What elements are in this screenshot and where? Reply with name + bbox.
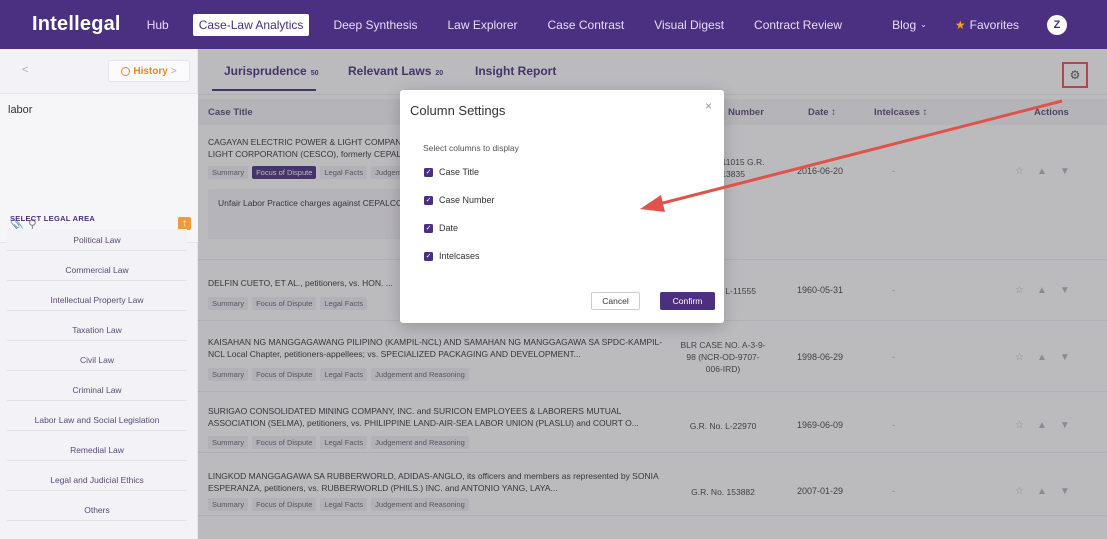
checkbox-case-number[interactable]: ✓ Case Number: [424, 195, 495, 205]
chevron-down-icon: ⌄: [920, 20, 927, 29]
area-legal-ethics[interactable]: Legal and Judicial Ethics: [7, 469, 187, 491]
blog-label: Blog: [892, 17, 917, 32]
checkbox-checked-icon: ✓: [424, 251, 433, 261]
area-others[interactable]: Others: [7, 499, 187, 521]
sidebar: < History > labor 📎 ⚲ ↑ SELECT LEGAL ARE…: [0, 49, 198, 539]
nav-case-law-analytics[interactable]: Case-Law Analytics: [192, 13, 310, 36]
nav-case-contrast[interactable]: Case Contrast: [542, 14, 631, 36]
legal-area-title: SELECT LEGAL AREA: [10, 214, 96, 223]
area-commercial-law[interactable]: Commercial Law: [7, 259, 187, 281]
checkbox-checked-icon: ✓: [424, 167, 433, 177]
favorites-link[interactable]: ★ Favorites: [955, 18, 1019, 32]
area-intellectual-property-law[interactable]: Intellectual Property Law: [7, 289, 187, 311]
nav-law-explorer[interactable]: Law Explorer: [441, 14, 523, 36]
checkbox-case-title[interactable]: ✓ Case Title: [424, 167, 479, 177]
area-remedial-law[interactable]: Remedial Law: [7, 439, 187, 461]
checkbox-label: Intelcases: [439, 251, 480, 261]
close-icon[interactable]: ×: [705, 99, 712, 113]
cancel-button[interactable]: Cancel: [591, 292, 640, 310]
checkbox-checked-icon: ✓: [424, 223, 433, 233]
favorites-label: Favorites: [969, 17, 1019, 32]
area-criminal-law[interactable]: Criminal Law: [7, 379, 187, 401]
avatar[interactable]: Z: [1047, 14, 1067, 35]
chevron-right-icon: >: [170, 65, 177, 77]
history-row: < History >: [0, 49, 198, 93]
top-nav: Intellegal Hub Case-Law Analytics Deep S…: [0, 0, 1107, 49]
nav-visual-digest[interactable]: Visual Digest: [648, 14, 730, 36]
history-button[interactable]: History >: [108, 60, 190, 82]
checkbox-date[interactable]: ✓ Date: [424, 223, 458, 233]
column-settings-dialog: Column Settings × Select columns to disp…: [400, 90, 724, 323]
history-label: History: [133, 65, 168, 77]
checkbox-label: Case Title: [439, 167, 480, 177]
checkbox-label: Date: [439, 223, 459, 233]
dialog-title: Column Settings: [410, 103, 506, 118]
clock-icon: [121, 66, 131, 76]
back-icon[interactable]: <: [22, 64, 28, 76]
checkbox-checked-icon: ✓: [424, 195, 433, 205]
dialog-hint: Select columns to display: [423, 143, 519, 153]
area-political-law[interactable]: Political Law: [7, 229, 187, 251]
nav-contract-review[interactable]: Contract Review: [748, 14, 848, 36]
confirm-button[interactable]: Confirm: [660, 292, 715, 310]
nav-right: Blog ⌄ ★ Favorites Z: [892, 0, 1107, 49]
search-query: labor: [8, 104, 33, 116]
nav-hub[interactable]: Hub: [141, 14, 175, 36]
blog-menu[interactable]: Blog ⌄: [892, 18, 927, 32]
star-icon: ★: [954, 17, 966, 32]
area-taxation-law[interactable]: Taxation Law: [7, 319, 187, 341]
area-civil-law[interactable]: Civil Law: [7, 349, 187, 371]
area-labor-law[interactable]: Labor Law and Social Legislation: [7, 409, 187, 431]
checkbox-intelcases[interactable]: ✓ Intelcases: [424, 251, 480, 261]
nav-deep-synthesis[interactable]: Deep Synthesis: [327, 14, 423, 36]
brand-logo[interactable]: Intellegal: [32, 13, 121, 36]
checkbox-label: Case Number: [439, 195, 495, 205]
